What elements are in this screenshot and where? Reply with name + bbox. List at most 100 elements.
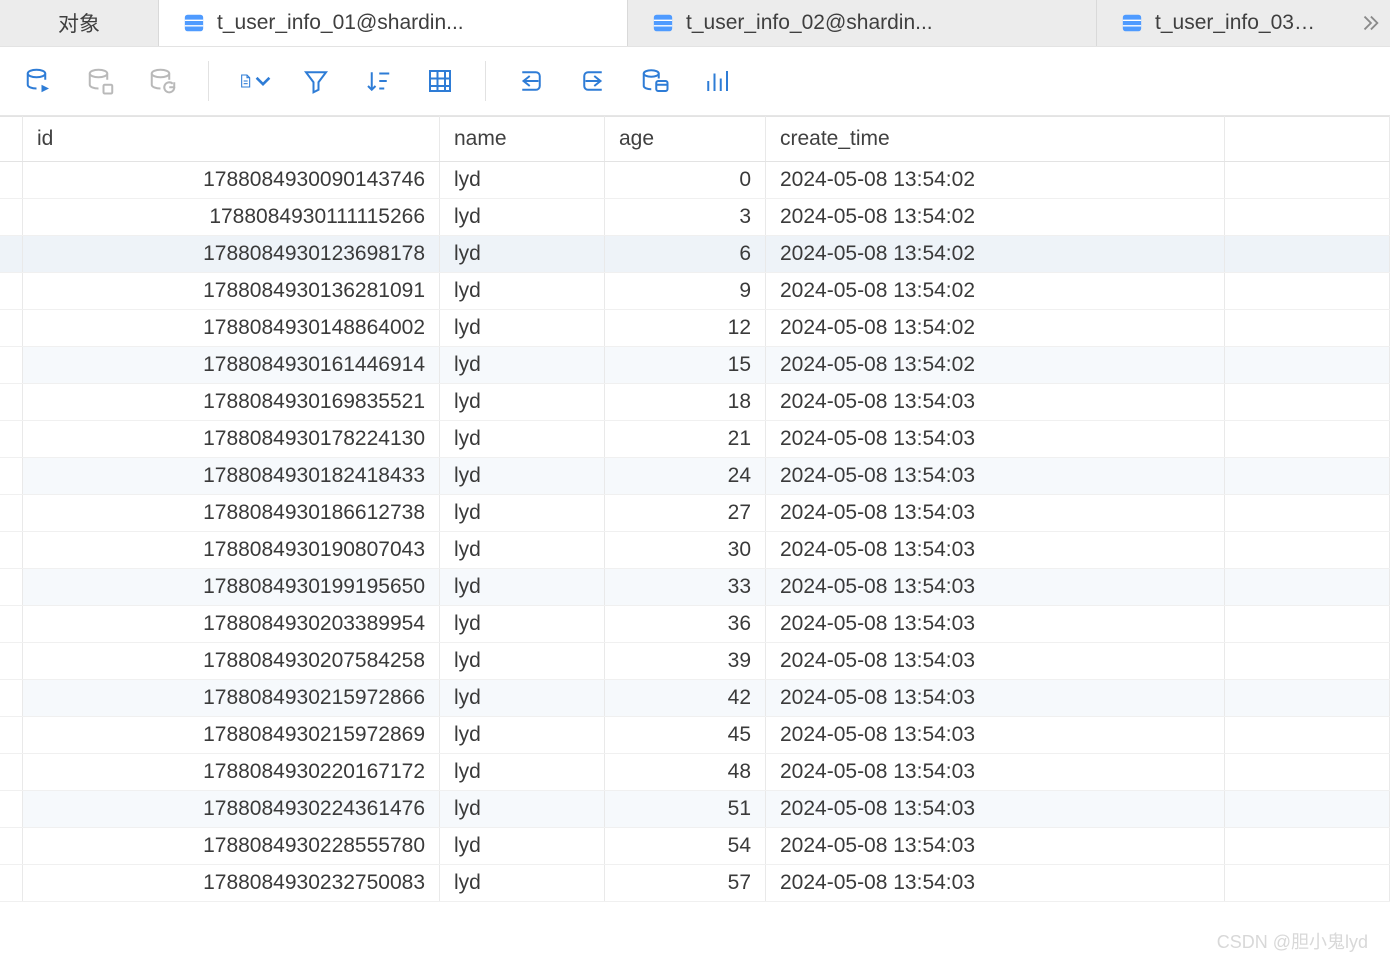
- cell-create-time[interactable]: 2024-05-08 13:54:03: [766, 458, 1225, 495]
- cell-create-time[interactable]: 2024-05-08 13:54:03: [766, 384, 1225, 421]
- tabs-overflow-button[interactable]: [1350, 0, 1390, 46]
- cell-id[interactable]: 1788084930148864002: [23, 310, 440, 347]
- cell-name[interactable]: lyd: [440, 791, 605, 828]
- table-row[interactable]: 1788084930111115266lyd32024-05-08 13:54:…: [0, 199, 1390, 236]
- table-row[interactable]: 1788084930186612738lyd272024-05-08 13:54…: [0, 495, 1390, 532]
- table-row[interactable]: 1788084930203389954lyd362024-05-08 13:54…: [0, 606, 1390, 643]
- cell-create-time[interactable]: 2024-05-08 13:54:02: [766, 162, 1225, 199]
- cell-name[interactable]: lyd: [440, 532, 605, 569]
- cell-age[interactable]: 48: [605, 754, 766, 791]
- cell-name[interactable]: lyd: [440, 458, 605, 495]
- table-row[interactable]: 1788084930215972866lyd422024-05-08 13:54…: [0, 680, 1390, 717]
- cell-id[interactable]: 1788084930207584258: [23, 643, 440, 680]
- cell-id[interactable]: 1788084930215972869: [23, 717, 440, 754]
- table-row[interactable]: 1788084930190807043lyd302024-05-08 13:54…: [0, 532, 1390, 569]
- cell-name[interactable]: lyd: [440, 754, 605, 791]
- table-row[interactable]: 1788084930215972869lyd452024-05-08 13:54…: [0, 717, 1390, 754]
- cell-name[interactable]: lyd: [440, 717, 605, 754]
- cell-create-time[interactable]: 2024-05-08 13:54:02: [766, 347, 1225, 384]
- tab-table-3[interactable]: t_user_info_03@shar: [1097, 0, 1350, 46]
- cell-id[interactable]: 1788084930203389954: [23, 606, 440, 643]
- cell-create-time[interactable]: 2024-05-08 13:54:03: [766, 680, 1225, 717]
- cell-name[interactable]: lyd: [440, 273, 605, 310]
- cell-name[interactable]: lyd: [440, 569, 605, 606]
- cell-create-time[interactable]: 2024-05-08 13:54:02: [766, 273, 1225, 310]
- tab-table-2[interactable]: t_user_info_02@shardin...: [628, 0, 1097, 46]
- col-header-age[interactable]: age: [605, 117, 766, 162]
- cell-id[interactable]: 1788084930169835521: [23, 384, 440, 421]
- cell-age[interactable]: 3: [605, 199, 766, 236]
- table-row[interactable]: 1788084930199195650lyd332024-05-08 13:54…: [0, 569, 1390, 606]
- cell-id[interactable]: 1788084930224361476: [23, 791, 440, 828]
- cell-create-time[interactable]: 2024-05-08 13:54:03: [766, 754, 1225, 791]
- cell-age[interactable]: 39: [605, 643, 766, 680]
- cell-age[interactable]: 15: [605, 347, 766, 384]
- cell-age[interactable]: 9: [605, 273, 766, 310]
- cell-create-time[interactable]: 2024-05-08 13:54:03: [766, 569, 1225, 606]
- cell-id[interactable]: 1788084930232750083: [23, 865, 440, 902]
- cell-create-time[interactable]: 2024-05-08 13:54:03: [766, 532, 1225, 569]
- col-header-id[interactable]: id: [23, 117, 440, 162]
- stop-sql-button[interactable]: [84, 64, 118, 98]
- data-transfer-button[interactable]: [638, 64, 672, 98]
- table-row[interactable]: 1788084930178224130lyd212024-05-08 13:54…: [0, 421, 1390, 458]
- sort-button[interactable]: [361, 64, 395, 98]
- cell-id[interactable]: 1788084930182418433: [23, 458, 440, 495]
- table-row[interactable]: 1788084930182418433lyd242024-05-08 13:54…: [0, 458, 1390, 495]
- cell-create-time[interactable]: 2024-05-08 13:54:02: [766, 236, 1225, 273]
- col-header-create-time[interactable]: create_time: [766, 117, 1225, 162]
- cell-id[interactable]: 1788084930186612738: [23, 495, 440, 532]
- table-row[interactable]: 1788084930169835521lyd182024-05-08 13:54…: [0, 384, 1390, 421]
- grid-view-button[interactable]: [423, 64, 457, 98]
- cell-age[interactable]: 57: [605, 865, 766, 902]
- cell-age[interactable]: 42: [605, 680, 766, 717]
- cell-id[interactable]: 1788084930090143746: [23, 162, 440, 199]
- run-sql-button[interactable]: [22, 64, 56, 98]
- data-grid[interactable]: id name age create_time 1788084930090143…: [0, 116, 1390, 968]
- cell-name[interactable]: lyd: [440, 236, 605, 273]
- cell-id[interactable]: 1788084930111115266: [23, 199, 440, 236]
- cell-age[interactable]: 18: [605, 384, 766, 421]
- cell-age[interactable]: 45: [605, 717, 766, 754]
- cell-age[interactable]: 12: [605, 310, 766, 347]
- export-button[interactable]: [576, 64, 610, 98]
- cell-age[interactable]: 24: [605, 458, 766, 495]
- cell-id[interactable]: 1788084930215972866: [23, 680, 440, 717]
- refresh-button[interactable]: [146, 64, 180, 98]
- cell-name[interactable]: lyd: [440, 495, 605, 532]
- table-row[interactable]: 1788084930220167172lyd482024-05-08 13:54…: [0, 754, 1390, 791]
- cell-create-time[interactable]: 2024-05-08 13:54:02: [766, 199, 1225, 236]
- cell-create-time[interactable]: 2024-05-08 13:54:03: [766, 606, 1225, 643]
- table-row[interactable]: 1788084930224361476lyd512024-05-08 13:54…: [0, 791, 1390, 828]
- tab-objects[interactable]: 对象: [0, 0, 159, 46]
- table-row[interactable]: 1788084930148864002lyd122024-05-08 13:54…: [0, 310, 1390, 347]
- cell-create-time[interactable]: 2024-05-08 13:54:03: [766, 791, 1225, 828]
- cell-age[interactable]: 21: [605, 421, 766, 458]
- cell-id[interactable]: 1788084930123698178: [23, 236, 440, 273]
- cell-id[interactable]: 1788084930199195650: [23, 569, 440, 606]
- cell-name[interactable]: lyd: [440, 199, 605, 236]
- cell-age[interactable]: 54: [605, 828, 766, 865]
- cell-age[interactable]: 6: [605, 236, 766, 273]
- cell-id[interactable]: 1788084930220167172: [23, 754, 440, 791]
- table-row[interactable]: 1788084930228555780lyd542024-05-08 13:54…: [0, 828, 1390, 865]
- cell-create-time[interactable]: 2024-05-08 13:54:03: [766, 495, 1225, 532]
- cell-name[interactable]: lyd: [440, 828, 605, 865]
- cell-create-time[interactable]: 2024-05-08 13:54:03: [766, 421, 1225, 458]
- cell-age[interactable]: 30: [605, 532, 766, 569]
- cell-create-time[interactable]: 2024-05-08 13:54:03: [766, 865, 1225, 902]
- cell-create-time[interactable]: 2024-05-08 13:54:03: [766, 828, 1225, 865]
- cell-create-time[interactable]: 2024-05-08 13:54:03: [766, 717, 1225, 754]
- cell-name[interactable]: lyd: [440, 643, 605, 680]
- cell-age[interactable]: 0: [605, 162, 766, 199]
- filter-button[interactable]: [299, 64, 333, 98]
- cell-create-time[interactable]: 2024-05-08 13:54:03: [766, 643, 1225, 680]
- cell-id[interactable]: 1788084930136281091: [23, 273, 440, 310]
- cell-name[interactable]: lyd: [440, 310, 605, 347]
- table-row[interactable]: 1788084930123698178lyd62024-05-08 13:54:…: [0, 236, 1390, 273]
- cell-name[interactable]: lyd: [440, 347, 605, 384]
- cell-age[interactable]: 33: [605, 569, 766, 606]
- cell-create-time[interactable]: 2024-05-08 13:54:02: [766, 310, 1225, 347]
- col-header-name[interactable]: name: [440, 117, 605, 162]
- cell-age[interactable]: 27: [605, 495, 766, 532]
